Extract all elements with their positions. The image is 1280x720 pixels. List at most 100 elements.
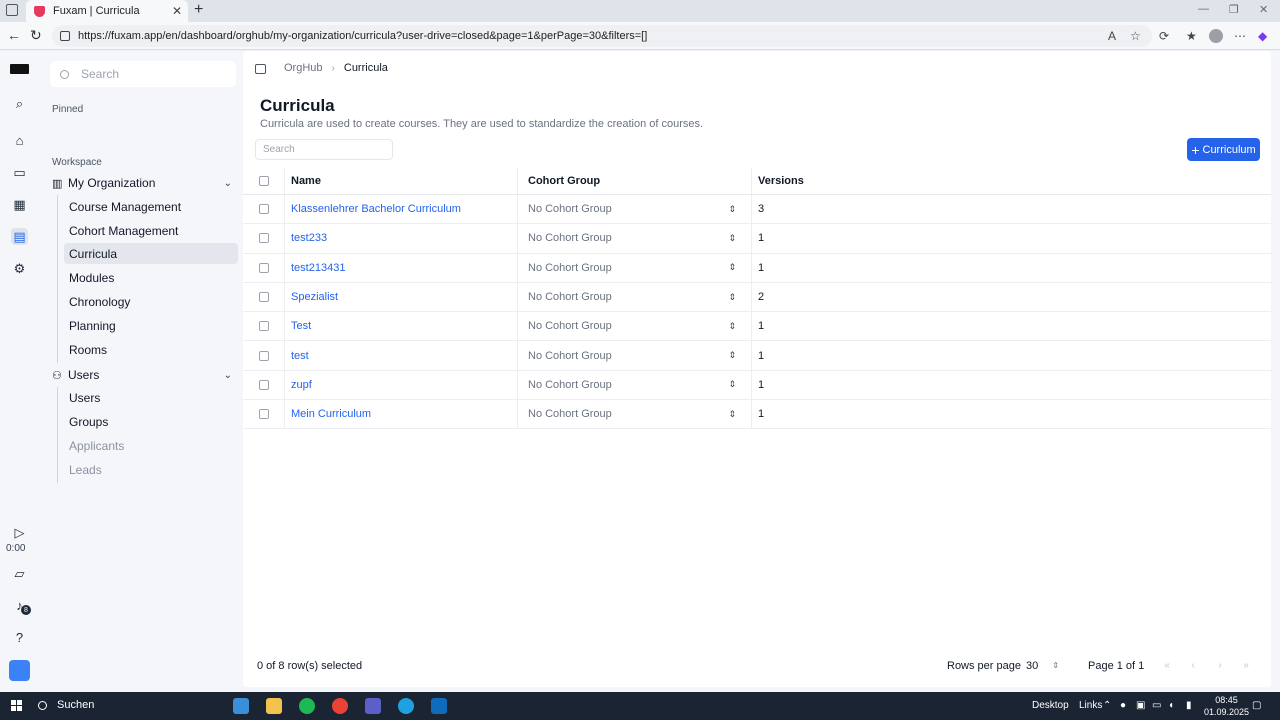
- folder-icon[interactable]: ▱: [11, 565, 28, 582]
- cohort-group-select[interactable]: No Cohort Group ⇕: [517, 282, 751, 312]
- sidebar-group-my-organization[interactable]: ▥ My Organization ⌄: [52, 173, 232, 193]
- curriculum-name-link[interactable]: Mein Curriculum: [291, 408, 371, 420]
- rows-per-page-select[interactable]: 30 ⇕: [1023, 655, 1063, 676]
- table-row[interactable]: Spezialist No Cohort Group ⇕ 2: [243, 282, 1271, 313]
- toggle-sidebar-icon[interactable]: [255, 64, 266, 74]
- table-row[interactable]: test213431 No Cohort Group ⇕ 1: [243, 253, 1271, 283]
- volume-icon[interactable]: ◖: [1168, 700, 1174, 711]
- home-icon[interactable]: ⌂: [11, 132, 28, 149]
- table-search-input[interactable]: [255, 139, 393, 160]
- maximize-icon[interactable]: ❐: [1229, 3, 1239, 16]
- cohort-group-select[interactable]: No Cohort Group ⇕: [517, 312, 751, 341]
- sidebar-group-users[interactable]: ⚇ Users ⌄: [52, 365, 232, 385]
- links-label[interactable]: Links: [1079, 700, 1102, 711]
- cohort-group-select[interactable]: No Cohort Group ⇕: [517, 253, 751, 282]
- row-checkbox[interactable]: [259, 321, 269, 332]
- sidebar-item-users[interactable]: Users: [64, 387, 238, 408]
- curriculum-name-link[interactable]: test213431: [291, 262, 345, 274]
- sidebar-search-input[interactable]: Search: [50, 61, 236, 87]
- cohort-group-select[interactable]: No Cohort Group ⇕: [517, 224, 751, 253]
- row-checkbox[interactable]: [259, 262, 269, 273]
- chevron-down-icon[interactable]: ⌄: [224, 178, 232, 189]
- file-explorer-icon[interactable]: [266, 698, 282, 714]
- windows-start-icon[interactable]: [11, 700, 22, 711]
- column-header-name[interactable]: Name: [284, 168, 517, 194]
- breadcrumb-orghub[interactable]: OrgHub: [284, 62, 323, 74]
- settings-gear-icon[interactable]: ⚙: [11, 260, 28, 277]
- search-icon[interactable]: ⌕: [11, 95, 28, 112]
- user-drive-button[interactable]: [9, 660, 30, 681]
- previous-page-icon[interactable]: ‹: [1185, 657, 1201, 673]
- last-page-icon[interactable]: »: [1238, 657, 1254, 673]
- profile-avatar[interactable]: [1209, 29, 1223, 43]
- spotify-icon[interactable]: [299, 698, 315, 714]
- window-menu-icon[interactable]: [6, 4, 18, 16]
- address-bar[interactable]: https://fuxam.app/en/dashboard/orghub/my…: [52, 25, 1152, 47]
- orghub-icon[interactable]: ▤: [11, 228, 28, 245]
- help-icon[interactable]: ?: [11, 629, 28, 646]
- sidebar-item-curricula[interactable]: Curricula: [64, 243, 238, 264]
- microphone-icon[interactable]: ●: [1120, 700, 1126, 711]
- row-checkbox[interactable]: [259, 350, 269, 361]
- column-header-versions[interactable]: Versions: [751, 168, 1271, 194]
- close-window-icon[interactable]: ✕: [1259, 3, 1268, 16]
- column-header-cohort-group[interactable]: Cohort Group: [517, 168, 751, 194]
- sidebar-item-applicants[interactable]: Applicants: [64, 435, 238, 456]
- camera-icon[interactable]: ▣: [1136, 700, 1145, 711]
- sidebar-item-course-management[interactable]: Course Management: [64, 196, 238, 217]
- play-icon[interactable]: ▷: [11, 524, 28, 541]
- table-row[interactable]: Klassenlehrer Bachelor Curriculum No Coho…: [243, 195, 1271, 225]
- browser-tab[interactable]: Fuxam | Curricula ✕: [26, 0, 188, 22]
- sidebar-item-planning[interactable]: Planning: [64, 315, 238, 336]
- row-checkbox[interactable]: [259, 204, 269, 215]
- calendar-icon[interactable]: ▦: [11, 196, 28, 213]
- more-menu-icon[interactable]: ⋯: [1234, 29, 1246, 43]
- table-row[interactable]: zupf No Cohort Group ⇕ 1: [243, 370, 1271, 401]
- teams-icon[interactable]: [365, 698, 381, 714]
- cohort-group-select[interactable]: No Cohort Group ⇕: [517, 370, 751, 400]
- site-info-icon[interactable]: [60, 31, 70, 41]
- sidebar-item-modules[interactable]: Modules: [64, 267, 238, 288]
- notification-center-icon[interactable]: ▢: [1252, 700, 1261, 711]
- chevron-up-icon[interactable]: ⌃: [1103, 700, 1111, 711]
- network-icon[interactable]: ▭: [1152, 700, 1161, 711]
- extensions-icon[interactable]: ⟳: [1159, 29, 1169, 43]
- app-logo[interactable]: [10, 64, 29, 74]
- curriculum-name-link[interactable]: Test: [291, 320, 311, 332]
- reload-icon[interactable]: ↻: [30, 27, 42, 44]
- table-row[interactable]: Mein Curriculum No Cohort Group ⇕ 1: [243, 400, 1271, 430]
- copilot-icon[interactable]: ◆: [1258, 29, 1267, 43]
- table-row[interactable]: test233 No Cohort Group ⇕ 1: [243, 224, 1271, 254]
- outlook-icon[interactable]: [431, 698, 447, 714]
- battery-icon[interactable]: ▮: [1186, 700, 1192, 711]
- taskbar-clock[interactable]: 08:45 01.09.2025: [1204, 694, 1249, 718]
- new-tab-icon[interactable]: +: [194, 1, 203, 19]
- widgets-icon[interactable]: [233, 698, 249, 714]
- cohort-group-select[interactable]: No Cohort Group ⇕: [517, 400, 751, 429]
- read-aloud-icon[interactable]: A: [1108, 29, 1116, 43]
- sidebar-item-leads[interactable]: Leads: [64, 459, 238, 480]
- first-page-icon[interactable]: «: [1159, 657, 1175, 673]
- curriculum-name-link[interactable]: test233: [291, 232, 327, 244]
- minimize-icon[interactable]: —: [1198, 3, 1209, 15]
- favorite-star-icon[interactable]: ☆: [1130, 29, 1141, 43]
- row-checkbox[interactable]: [259, 409, 269, 420]
- cohort-group-select[interactable]: No Cohort Group ⇕: [517, 341, 751, 370]
- taskbar-search[interactable]: Suchen: [38, 699, 94, 711]
- close-tab-icon[interactable]: ✕: [172, 4, 182, 18]
- table-row[interactable]: test No Cohort Group ⇕ 1: [243, 341, 1271, 371]
- sidebar-item-groups[interactable]: Groups: [64, 411, 238, 432]
- curriculum-name-link[interactable]: Klassenlehrer Bachelor Curriculum: [291, 203, 461, 215]
- select-all-checkbox[interactable]: [259, 176, 269, 186]
- row-checkbox[interactable]: [259, 292, 269, 303]
- edge-icon[interactable]: [398, 698, 414, 714]
- cohort-group-select[interactable]: No Cohort Group ⇕: [517, 195, 751, 224]
- sidebar-item-rooms[interactable]: Rooms: [64, 339, 238, 360]
- curriculum-name-link[interactable]: Spezialist: [291, 291, 338, 303]
- row-checkbox[interactable]: [259, 233, 269, 244]
- sidebar-item-chronology[interactable]: Chronology: [64, 291, 238, 312]
- curriculum-name-link[interactable]: zupf: [291, 379, 312, 391]
- back-icon[interactable]: ←: [7, 27, 21, 43]
- chrome-icon[interactable]: [332, 698, 348, 714]
- sidebar-item-cohort-management[interactable]: Cohort Management: [64, 220, 238, 241]
